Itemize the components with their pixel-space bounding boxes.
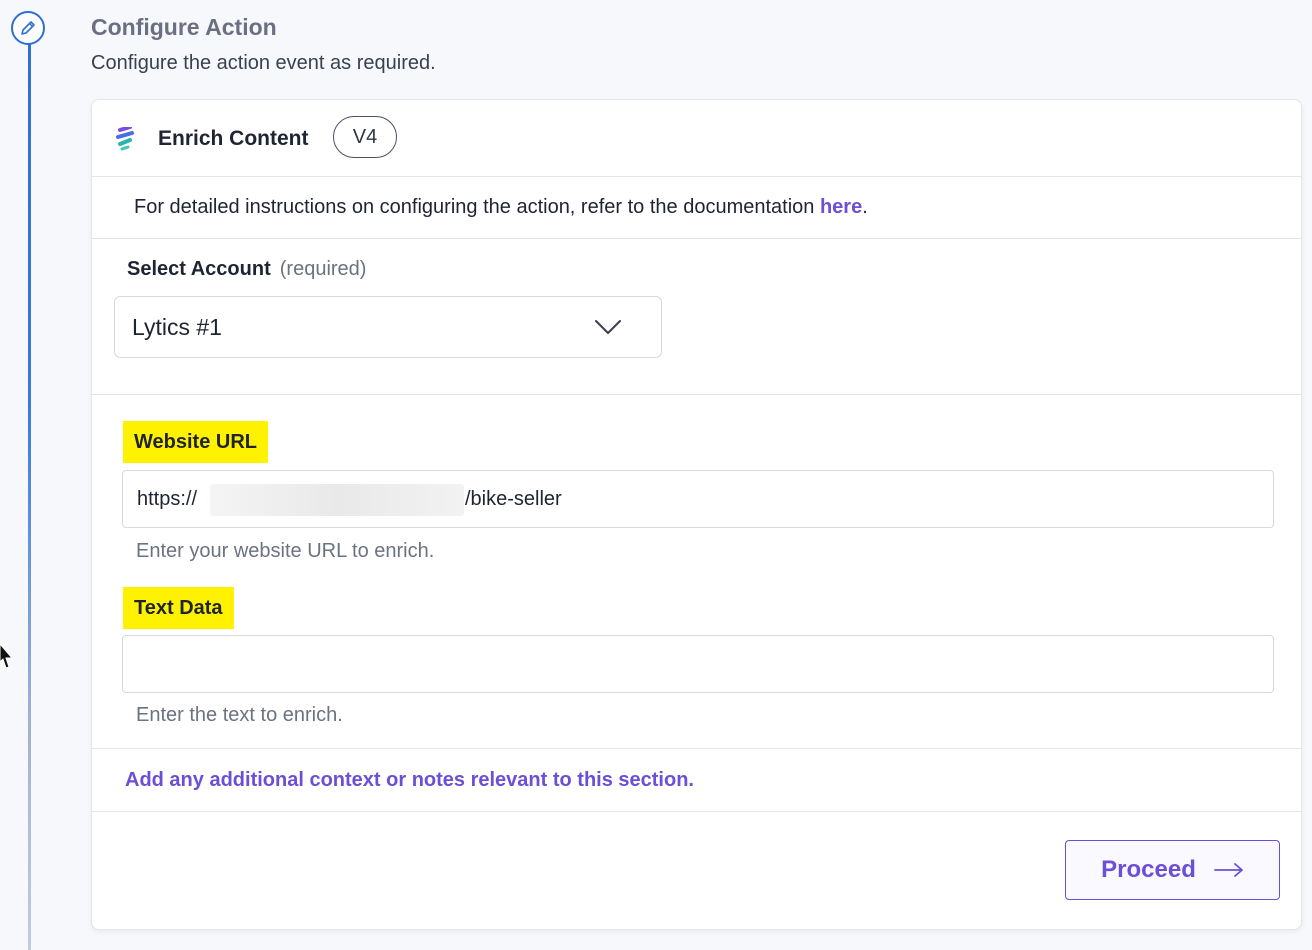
step-title: Configure Action [91, 14, 277, 40]
account-select-value: Lytics #1 [132, 314, 222, 340]
add-notes-link[interactable]: Add any additional context or notes rele… [125, 769, 694, 792]
text-data-input[interactable] [122, 635, 1274, 693]
redacted-domain [210, 484, 464, 516]
text-data-label: Text Data [123, 587, 234, 629]
documentation-sentence: For detailed instructions on configuring… [134, 196, 820, 218]
website-url-label: Website URL [123, 421, 268, 463]
configure-action-card: Enrich Content V4 For detailed instructi… [91, 99, 1302, 930]
card-header: Enrich Content V4 [92, 100, 1301, 177]
documentation-period: . [862, 196, 868, 218]
url-suffix-text: /bike-seller [465, 488, 562, 510]
stacked-layers-logo [116, 125, 136, 151]
documentation-link[interactable]: here [820, 196, 862, 218]
version-badge: V4 [333, 116, 397, 158]
notes-row: Add any additional context or notes rele… [92, 748, 1301, 812]
proceed-label: Proceed [1101, 856, 1196, 883]
text-data-help: Enter the text to enrich. [136, 704, 343, 726]
url-prefix-text: https:// [137, 488, 198, 510]
proceed-button[interactable]: Proceed [1065, 840, 1280, 900]
account-select[interactable]: Lytics #1 [114, 296, 662, 358]
chevron-down-icon [595, 319, 621, 340]
account-label-row: Select Account (required) [127, 258, 366, 281]
timeline-line [28, 44, 31, 950]
account-section: Select Account (required) Lytics #1 [92, 239, 1301, 395]
step-subtitle: Configure the action event as required. [91, 52, 436, 74]
documentation-row: For detailed instructions on configuring… [92, 176, 1301, 239]
card-title: Enrich Content [158, 127, 309, 150]
website-url-input[interactable]: https:// /bike-seller [122, 470, 1274, 528]
website-url-help: Enter your website URL to enrich. [136, 540, 435, 562]
documentation-text: For detailed instructions on configuring… [134, 196, 868, 219]
required-indicator: (required) [279, 258, 367, 280]
account-label: Select Account [127, 258, 271, 280]
arrow-right-icon [1213, 863, 1243, 877]
pencil-icon [11, 11, 45, 45]
mouse-cursor-icon [0, 642, 14, 677]
